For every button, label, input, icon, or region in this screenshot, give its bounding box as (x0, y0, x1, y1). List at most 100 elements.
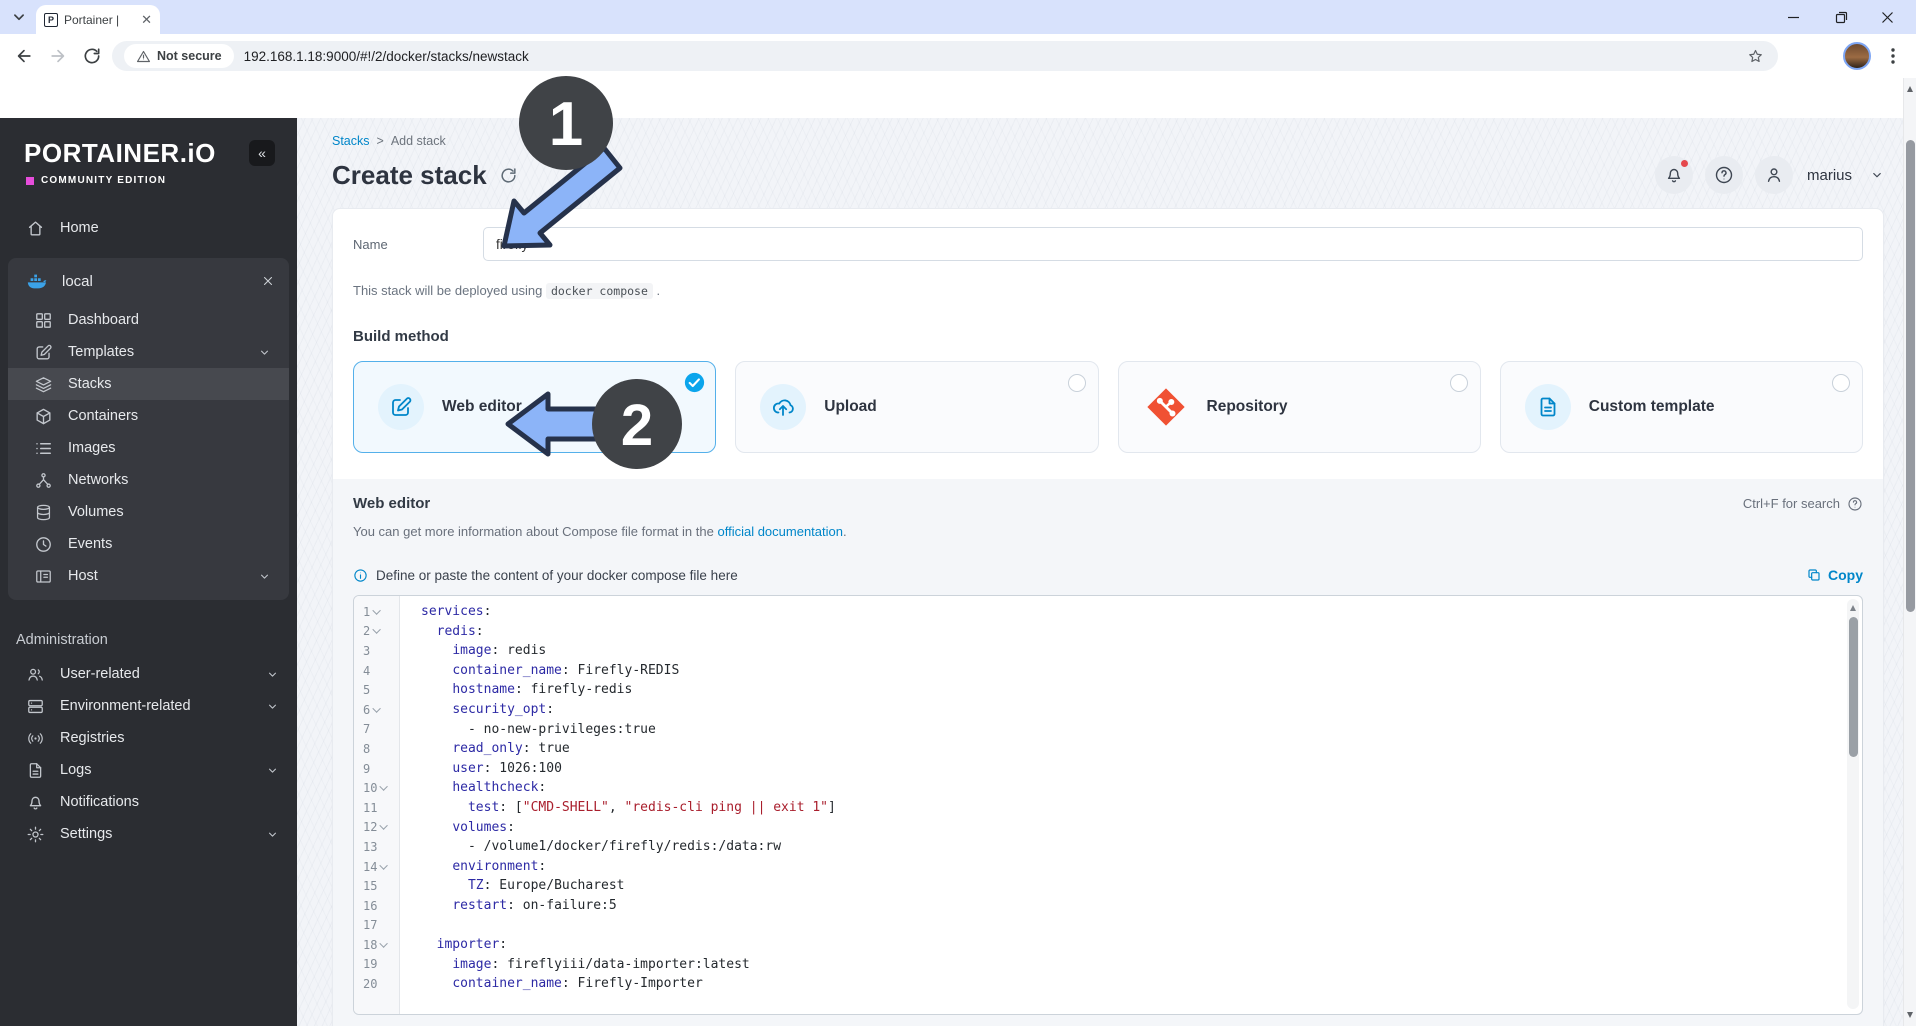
gutter-line[interactable]: 9 (354, 759, 399, 779)
sidebar-collapse-button[interactable]: « (249, 140, 275, 166)
sidebar-item-networks[interactable]: Networks (8, 464, 289, 496)
build-option-custom-template[interactable]: Custom template (1500, 361, 1863, 453)
radio-icon[interactable] (1068, 374, 1086, 392)
gutter-line[interactable]: 10 (354, 778, 399, 798)
code-line[interactable]: - /volume1/docker/firefly/redis:/data:rw (421, 837, 1862, 857)
window-maximize-button[interactable] (1818, 0, 1864, 34)
gutter-line[interactable]: 19 (354, 955, 399, 975)
fold-caret-icon[interactable] (380, 822, 388, 830)
not-secure-chip[interactable]: Not secure (124, 44, 234, 68)
compose-code-editor[interactable]: 1234567891011121314151617181920 services… (353, 595, 1863, 1015)
sidebar-item-stacks[interactable]: Stacks (8, 368, 289, 400)
gutter-line[interactable]: 20 (354, 974, 399, 994)
environment-close-icon[interactable] (261, 274, 275, 288)
radio-icon[interactable] (1450, 374, 1468, 392)
sidebar-item-dashboard[interactable]: Dashboard (8, 304, 289, 336)
sidebar-item-notifications[interactable]: Notifications (0, 786, 297, 818)
code-line[interactable] (421, 916, 1862, 936)
browser-tab[interactable]: P Portainer | ✕ (36, 5, 160, 34)
fold-caret-icon[interactable] (373, 606, 381, 614)
editor-scroll-up-icon[interactable] (1850, 605, 1856, 611)
code-line[interactable]: services: (421, 602, 1862, 622)
code-line[interactable]: restart: on-failure:5 (421, 896, 1862, 916)
notifications-button[interactable] (1655, 156, 1693, 194)
radio-icon[interactable] (1832, 374, 1850, 392)
gutter-line[interactable]: 6 (354, 700, 399, 720)
code-line[interactable]: - no-new-privileges:true (421, 720, 1862, 740)
code-line[interactable]: container_name: Firefly-REDIS (421, 661, 1862, 681)
fold-caret-icon[interactable] (373, 626, 381, 634)
window-close-button[interactable] (1864, 0, 1910, 34)
sidebar-item-user-related[interactable]: User-related (0, 658, 297, 690)
code-line[interactable]: security_opt: (421, 700, 1862, 720)
gutter-line[interactable]: 16 (354, 896, 399, 916)
code-line[interactable]: hostname: firefly-redis (421, 680, 1862, 700)
sidebar-environment-local[interactable]: local (8, 258, 289, 304)
user-chevron-down-icon[interactable] (1870, 168, 1884, 182)
sidebar-item-environment-related[interactable]: Environment-related (0, 690, 297, 722)
breadcrumb-stacks-link[interactable]: Stacks (332, 134, 370, 148)
gutter-line[interactable]: 15 (354, 876, 399, 896)
sidebar-item-templates[interactable]: Templates (8, 336, 289, 368)
tab-search-chevron-icon[interactable] (10, 8, 28, 26)
gutter-line[interactable]: 12 (354, 818, 399, 838)
refresh-icon[interactable] (499, 166, 518, 185)
code-line[interactable]: importer: (421, 935, 1862, 955)
gutter-line[interactable]: 5 (354, 680, 399, 700)
code-line[interactable]: container_name: Firefly-Importer (421, 974, 1862, 994)
build-option-upload[interactable]: Upload (735, 361, 1098, 453)
user-menu-button[interactable] (1755, 156, 1793, 194)
sidebar-item-events[interactable]: Events (8, 528, 289, 560)
code-line[interactable]: user: 1026:100 (421, 759, 1862, 779)
search-help-icon[interactable] (1847, 496, 1863, 512)
sidebar-item-host[interactable]: Host (8, 560, 289, 592)
address-bar[interactable]: Not secure 192.168.1.18:9000/#!/2/docker… (112, 41, 1778, 71)
bookmark-star-icon[interactable] (1747, 48, 1764, 65)
gutter-line[interactable]: 1 (354, 602, 399, 622)
gutter-line[interactable]: 8 (354, 739, 399, 759)
code-line[interactable]: environment: (421, 857, 1862, 877)
sidebar-item-containers[interactable]: Containers (8, 400, 289, 432)
official-documentation-link[interactable]: official documentation (717, 524, 843, 539)
build-option-repository[interactable]: Repository (1118, 361, 1481, 453)
sidebar-item-registries[interactable]: Registries (0, 722, 297, 754)
browser-profile-avatar[interactable] (1843, 42, 1871, 70)
code-line[interactable]: image: redis (421, 641, 1862, 661)
scroll-down-icon[interactable] (1907, 1012, 1913, 1018)
editor-scroll-thumb[interactable] (1849, 617, 1858, 757)
fold-caret-icon[interactable] (380, 939, 388, 947)
gutter-line[interactable]: 18 (354, 935, 399, 955)
sidebar-item-home[interactable]: Home (0, 212, 297, 244)
scroll-thumb[interactable] (1906, 140, 1915, 612)
gutter-line[interactable]: 14 (354, 857, 399, 877)
gutter-line[interactable]: 2 (354, 622, 399, 642)
editor-scrollbar[interactable] (1847, 599, 1859, 1009)
code-line[interactable]: volumes: (421, 818, 1862, 838)
code-line[interactable]: TZ: Europe/Bucharest (421, 876, 1862, 896)
editor-code[interactable]: services: redis: image: redis container_… (400, 596, 1862, 1014)
tab-close-icon[interactable]: ✕ (141, 13, 152, 26)
back-icon[interactable] (14, 46, 34, 66)
sidebar-item-images[interactable]: Images (8, 432, 289, 464)
fold-caret-icon[interactable] (373, 704, 381, 712)
code-line[interactable]: read_only: true (421, 739, 1862, 759)
gutter-line[interactable]: 4 (354, 661, 399, 681)
copy-button[interactable]: Copy (1806, 567, 1863, 583)
help-button[interactable] (1705, 156, 1743, 194)
code-line[interactable]: image: fireflyiii/data-importer:latest (421, 955, 1862, 975)
window-minimize-button[interactable] (1770, 0, 1816, 34)
gutter-line[interactable]: 11 (354, 798, 399, 818)
sidebar-item-settings[interactable]: Settings (0, 818, 297, 850)
scroll-up-icon[interactable] (1907, 86, 1913, 92)
page-scrollbar[interactable] (1903, 78, 1916, 1026)
gutter-line[interactable]: 17 (354, 916, 399, 936)
sidebar-item-logs[interactable]: Logs (0, 754, 297, 786)
gutter-line[interactable]: 7 (354, 720, 399, 740)
reload-icon[interactable] (82, 46, 102, 66)
forward-icon[interactable] (48, 46, 68, 66)
fold-caret-icon[interactable] (380, 782, 388, 790)
code-line[interactable]: test: ["CMD-SHELL", "redis-cli ping || e… (421, 798, 1862, 818)
code-line[interactable]: redis: (421, 622, 1862, 642)
gutter-line[interactable]: 13 (354, 837, 399, 857)
build-option-web-editor[interactable]: Web editor (353, 361, 716, 453)
